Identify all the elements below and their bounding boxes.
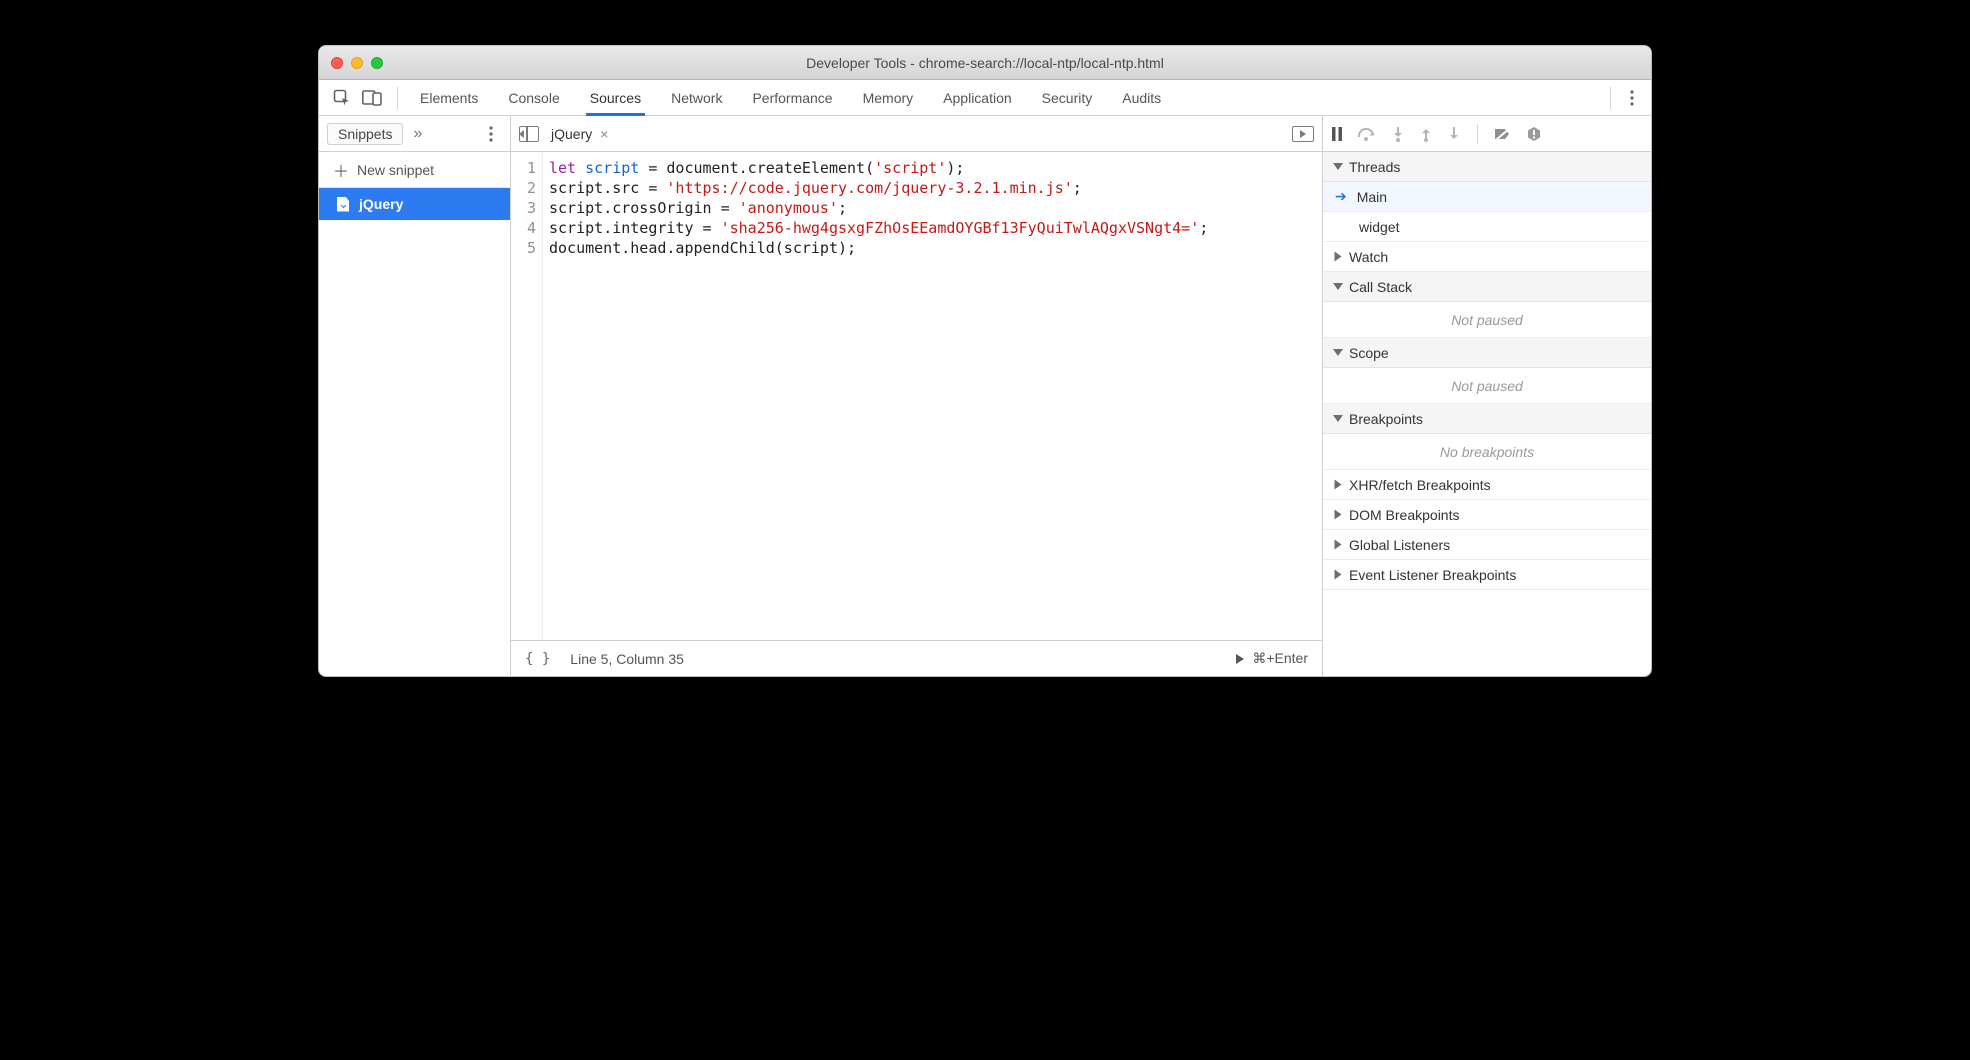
pretty-print-icon[interactable]: { }: [525, 651, 550, 667]
navigator-header: Snippets »: [319, 116, 510, 152]
section-watch[interactable]: Watch: [1323, 242, 1651, 272]
editor-footer: { } Line 5, Column 35 ⌘+Enter: [511, 640, 1322, 676]
snippet-item[interactable]: jQuery: [319, 188, 510, 220]
close-tab-icon[interactable]: ×: [600, 126, 608, 142]
thread-label: Main: [1357, 189, 1387, 205]
navigator-pane: Snippets » ＋ New snippet jQuery: [319, 116, 511, 676]
deactivate-breakpoints-icon[interactable]: [1494, 127, 1512, 141]
callstack-placeholder: Not paused: [1323, 302, 1651, 338]
panel-tab-memory[interactable]: Memory: [859, 80, 918, 116]
debugger-pane: Threads ➔ Main widget Watch Call Stack No…: [1323, 116, 1651, 676]
section-label: Call Stack: [1349, 279, 1412, 295]
new-snippet-label: New snippet: [357, 162, 434, 178]
editor-tab-label: jQuery: [551, 126, 592, 142]
separator: [1477, 124, 1478, 144]
step-icon[interactable]: [1447, 126, 1461, 142]
section-label: Global Listeners: [1349, 537, 1450, 553]
more-options-icon[interactable]: [1619, 85, 1645, 111]
editor-tabbar: jQuery ×: [511, 116, 1322, 152]
inspect-element-icon[interactable]: [329, 85, 355, 111]
section-label: Scope: [1349, 345, 1389, 361]
run-shortcut[interactable]: ⌘+Enter: [1236, 650, 1308, 667]
code-area[interactable]: let script = document.createElement('scr…: [543, 152, 1218, 640]
section-label: Breakpoints: [1349, 411, 1423, 427]
section-label: Watch: [1349, 249, 1388, 265]
thread-row[interactable]: ➔ Main: [1323, 182, 1651, 212]
section-label: Event Listener Breakpoints: [1349, 567, 1516, 583]
step-out-icon[interactable]: [1419, 126, 1433, 142]
panel-tabstrip: Elements Console Sources Network Performance…: [319, 80, 1651, 116]
disclosure-triangle-icon: [1333, 349, 1343, 356]
section-event-listener-breakpoints[interactable]: Event Listener Breakpoints: [1323, 560, 1651, 590]
traffic-lights: [319, 57, 383, 69]
close-window-icon[interactable]: [331, 57, 343, 69]
devtools-window: Developer Tools - chrome-search://local-…: [318, 45, 1652, 677]
panel-tab-performance[interactable]: Performance: [748, 80, 836, 116]
snippet-file-icon: [337, 197, 349, 212]
play-icon: [1236, 654, 1244, 664]
breakpoints-placeholder: No breakpoints: [1323, 434, 1651, 470]
panel-tab-elements[interactable]: Elements: [416, 80, 482, 116]
new-snippet-button[interactable]: ＋ New snippet: [319, 152, 510, 188]
disclosure-triangle-icon: [1333, 415, 1343, 422]
section-label: XHR/fetch Breakpoints: [1349, 477, 1491, 493]
disclosure-triangle-icon: [1333, 283, 1343, 290]
navigator-more-icon[interactable]: [478, 121, 504, 147]
section-threads[interactable]: Threads: [1323, 152, 1651, 182]
section-dom-breakpoints[interactable]: DOM Breakpoints: [1323, 500, 1651, 530]
run-shortcut-label: ⌘+Enter: [1252, 650, 1308, 667]
line-gutter: 12345: [511, 152, 543, 640]
main-area: Snippets » ＋ New snippet jQuery jQu: [319, 116, 1651, 676]
editor-tab[interactable]: jQuery ×: [551, 126, 618, 142]
panel-tab-audits[interactable]: Audits: [1118, 80, 1165, 116]
cursor-position: Line 5, Column 35: [570, 651, 684, 667]
section-xhr-breakpoints[interactable]: XHR/fetch Breakpoints: [1323, 470, 1651, 500]
disclosure-triangle-icon: [1335, 570, 1342, 580]
panel-tab-network[interactable]: Network: [667, 80, 726, 116]
panel-tab-console[interactable]: Console: [504, 80, 563, 116]
section-breakpoints[interactable]: Breakpoints: [1323, 404, 1651, 434]
panel-tab-sources[interactable]: Sources: [586, 80, 645, 116]
minimize-window-icon[interactable]: [351, 57, 363, 69]
panel-tab-application[interactable]: Application: [939, 80, 1016, 116]
section-global-listeners[interactable]: Global Listeners: [1323, 530, 1651, 560]
plus-icon: ＋: [333, 158, 349, 182]
separator: [1610, 87, 1611, 109]
titlebar: Developer Tools - chrome-search://local-…: [319, 46, 1651, 80]
section-label: DOM Breakpoints: [1349, 507, 1459, 523]
device-toolbar-icon[interactable]: [359, 85, 385, 111]
snippet-item-label: jQuery: [359, 196, 403, 212]
separator: [397, 87, 398, 109]
run-snippet-icon[interactable]: [1292, 126, 1314, 142]
step-into-icon[interactable]: [1391, 126, 1405, 142]
code-editor[interactable]: 12345 let script = document.createElemen…: [511, 152, 1322, 640]
scope-placeholder: Not paused: [1323, 368, 1651, 404]
pause-icon[interactable]: [1331, 127, 1343, 141]
thread-label: widget: [1359, 219, 1399, 235]
disclosure-triangle-icon: [1333, 163, 1343, 170]
thread-row[interactable]: widget: [1323, 212, 1651, 242]
section-label: Threads: [1349, 159, 1400, 175]
navigator-tab-snippets[interactable]: Snippets: [327, 123, 403, 145]
editor-pane: jQuery × 12345 let script = document.cre…: [511, 116, 1323, 676]
debugger-toolbar: [1323, 116, 1651, 152]
disclosure-triangle-icon: [1335, 510, 1342, 520]
step-over-icon[interactable]: [1357, 127, 1377, 141]
toggle-navigator-icon[interactable]: [519, 126, 539, 142]
disclosure-triangle-icon: [1335, 252, 1342, 262]
current-thread-icon: ➔: [1335, 188, 1347, 205]
panel-tab-security[interactable]: Security: [1038, 80, 1097, 116]
disclosure-triangle-icon: [1335, 480, 1342, 490]
more-tabs-icon[interactable]: »: [413, 125, 422, 143]
section-call-stack[interactable]: Call Stack: [1323, 272, 1651, 302]
disclosure-triangle-icon: [1335, 540, 1342, 550]
pause-on-exceptions-icon[interactable]: [1526, 126, 1542, 142]
window-title: Developer Tools - chrome-search://local-…: [319, 55, 1651, 71]
section-scope[interactable]: Scope: [1323, 338, 1651, 368]
zoom-window-icon[interactable]: [371, 57, 383, 69]
